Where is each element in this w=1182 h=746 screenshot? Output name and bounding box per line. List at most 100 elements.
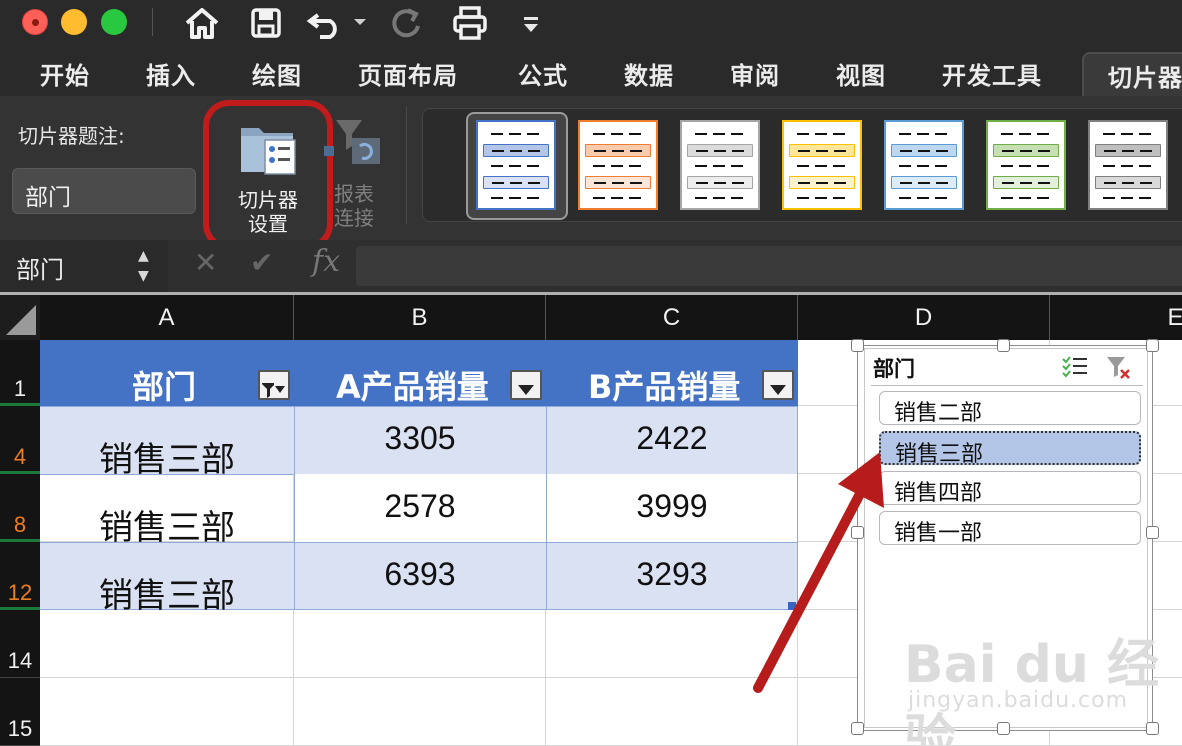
style-tile-dash xyxy=(695,133,745,135)
cell[interactable] xyxy=(40,610,294,678)
style-tile-dash xyxy=(492,150,540,152)
style-tile-dash xyxy=(797,165,847,167)
slicer-item-selected[interactable]: 销售三部 xyxy=(879,431,1141,467)
table-cell-a-sales[interactable]: 6393 xyxy=(294,556,546,593)
table-cell-b-sales[interactable]: 3999 xyxy=(546,488,798,525)
slicer-style-tile[interactable] xyxy=(680,120,760,210)
cancel-formula-icon[interactable]: ✕ xyxy=(194,246,217,279)
table-cell-dept[interactable]: 销售三部 xyxy=(40,500,294,549)
style-tile-dash xyxy=(492,182,540,184)
column-header-d[interactable]: D xyxy=(798,295,1050,340)
redo-icon[interactable] xyxy=(384,3,428,43)
slicer-style-tile[interactable] xyxy=(782,120,862,210)
slicer-caption-input[interactable]: 部门 xyxy=(12,168,196,214)
table-resize-handle[interactable] xyxy=(788,602,796,610)
confirm-formula-icon[interactable]: ✔ xyxy=(250,246,273,279)
home-icon[interactable] xyxy=(180,3,224,43)
report-connections-label-line2: 连接 xyxy=(334,206,374,230)
slicer-item[interactable]: 销售四部 xyxy=(879,471,1141,506)
row-header-8[interactable]: 8 xyxy=(0,474,40,543)
title-bar xyxy=(0,0,1182,46)
cell[interactable] xyxy=(294,678,546,746)
tab-page-layout[interactable]: 页面布局 xyxy=(358,56,458,91)
style-tile-row xyxy=(891,160,957,173)
print-icon[interactable] xyxy=(448,3,492,43)
cell[interactable] xyxy=(546,678,798,746)
column-header-e[interactable]: E xyxy=(1050,295,1182,340)
slicer-resize-handle[interactable] xyxy=(851,339,864,352)
style-tile-row xyxy=(483,192,549,205)
table-cell-dept[interactable]: 销售三部 xyxy=(40,432,294,481)
style-tile-dash xyxy=(900,182,948,184)
column-header-a[interactable]: A xyxy=(40,295,294,340)
title-separator xyxy=(152,8,153,36)
table-cell-b-sales[interactable]: 3293 xyxy=(546,556,798,593)
cell[interactable] xyxy=(40,678,294,746)
dropdown-arrow-icon[interactable] xyxy=(510,370,542,400)
slicer-style-tile[interactable] xyxy=(1088,120,1168,210)
style-tile-dash xyxy=(1103,197,1153,199)
style-tile-row xyxy=(993,160,1059,173)
minimize-window-button[interactable] xyxy=(61,9,87,35)
style-tile-row xyxy=(585,144,651,157)
row-header-12[interactable]: 12 xyxy=(0,542,40,611)
report-connections-button[interactable]: 报表 连接 xyxy=(320,116,392,236)
tab-view[interactable]: 视图 xyxy=(836,56,886,91)
tab-slicer[interactable]: 切片器 xyxy=(1082,52,1182,96)
select-all-corner[interactable] xyxy=(0,295,40,340)
row-header-15[interactable]: 15 xyxy=(0,678,40,746)
undo-icon[interactable] xyxy=(304,3,368,43)
column-header-b[interactable]: B xyxy=(294,295,546,340)
style-tile-dash xyxy=(593,197,643,199)
tab-draw[interactable]: 绘图 xyxy=(252,56,302,91)
row-header-14[interactable]: 14 xyxy=(0,610,40,678)
tab-data[interactable]: 数据 xyxy=(624,56,674,91)
table-cell-a-sales[interactable]: 3305 xyxy=(294,420,546,457)
slicer-resize-handle[interactable] xyxy=(1146,339,1159,352)
tab-home[interactable]: 开始 xyxy=(40,56,90,91)
close-window-button[interactable] xyxy=(22,9,48,35)
row-header-4[interactable]: 4 xyxy=(0,406,40,475)
style-tile-row xyxy=(687,160,753,173)
table-cell-dept[interactable]: 销售三部 xyxy=(40,568,294,617)
column-header-c[interactable]: C xyxy=(546,295,798,340)
slicer-style-tile[interactable] xyxy=(986,120,1066,210)
slicer-style-tile[interactable] xyxy=(578,120,658,210)
clear-filter-icon[interactable] xyxy=(1105,355,1133,381)
tab-developer[interactable]: 开发工具 xyxy=(942,56,1042,91)
slicer-item[interactable]: 销售二部 xyxy=(879,391,1141,426)
slicer-resize-handle[interactable] xyxy=(851,722,864,735)
tab-review[interactable]: 审阅 xyxy=(730,56,780,91)
name-box-stepper-icon[interactable]: ▲ ▼ xyxy=(138,246,149,286)
insert-function-icon[interactable]: fx xyxy=(312,244,340,279)
save-icon[interactable] xyxy=(244,3,288,43)
tab-insert[interactable]: 插入 xyxy=(146,56,196,91)
style-tile-row xyxy=(687,192,753,205)
table-header-dept-label: 部门 xyxy=(132,368,197,406)
table-cell-a-sales[interactable]: 2578 xyxy=(294,488,546,525)
style-tile-row xyxy=(483,144,549,157)
zoom-window-button[interactable] xyxy=(101,9,127,35)
style-tile-row xyxy=(1095,192,1161,205)
row-header-1[interactable]: 1 xyxy=(0,340,40,407)
customize-toolbar-icon[interactable] xyxy=(516,3,546,43)
table-cell-b-sales[interactable]: 2422 xyxy=(546,420,798,457)
slicer-style-tile[interactable] xyxy=(884,120,964,210)
slicer-caption-label: 切片器题注: xyxy=(18,124,125,148)
cell[interactable] xyxy=(294,610,546,678)
formula-input[interactable] xyxy=(356,246,1182,286)
filter-applied-icon[interactable] xyxy=(258,370,290,400)
style-tile-row xyxy=(891,128,957,141)
slicer-settings-icon xyxy=(241,128,296,175)
slicer-resize-handle[interactable] xyxy=(851,526,864,539)
slicer-resize-handle[interactable] xyxy=(997,339,1010,352)
tab-formulas[interactable]: 公式 xyxy=(518,56,568,91)
cell[interactable] xyxy=(546,610,798,678)
style-tile-row xyxy=(1095,128,1161,141)
multi-select-icon[interactable] xyxy=(1061,355,1089,379)
slicer-settings-button[interactable]: 切片器 设置 xyxy=(203,100,333,250)
slicer-style-tile[interactable] xyxy=(476,120,556,210)
slicer-resize-handle[interactable] xyxy=(1146,526,1159,539)
slicer-item[interactable]: 销售一部 xyxy=(879,511,1141,546)
dropdown-arrow-icon[interactable] xyxy=(762,370,794,400)
